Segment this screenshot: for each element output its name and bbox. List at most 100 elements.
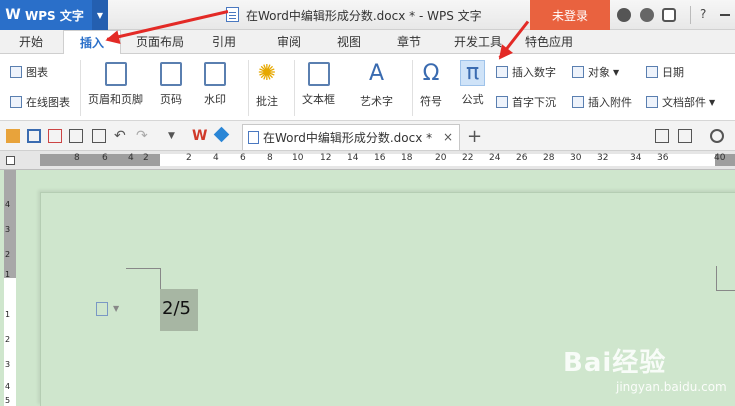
title-bar: W WPS 文字 ▼ 在Word中编辑形成分数.docx * - WPS 文字 … — [0, 0, 735, 30]
baidu-watermark-url: jingyan.baidu.com — [616, 380, 727, 394]
paragraph-layout-icon[interactable] — [96, 302, 108, 316]
drop-cap-icon — [496, 96, 508, 108]
tab-references[interactable]: 引用 — [201, 30, 247, 54]
undo-icon[interactable]: ↶ — [114, 129, 128, 143]
ruler-number: 1 — [5, 270, 11, 279]
wps-home-icon[interactable]: W — [192, 129, 207, 143]
cloud-doc-icon[interactable] — [213, 126, 230, 143]
tab-view[interactable]: 视图 — [326, 30, 372, 54]
open-icon[interactable] — [6, 129, 20, 143]
header-footer-button[interactable]: 页眉和页脚 — [88, 62, 143, 107]
ruler-number: 10 — [292, 153, 304, 163]
ribbon-divider — [412, 60, 413, 116]
settings-icon[interactable] — [640, 8, 654, 22]
ruler-number: 14 — [347, 153, 359, 163]
save-icon[interactable] — [27, 129, 41, 143]
page-number-button[interactable]: 页码 — [160, 62, 182, 107]
ruler-number: 36 — [657, 153, 669, 163]
doc-parts-button[interactable]: 文档部件 ▼ — [646, 94, 715, 110]
chart-icon — [10, 66, 22, 78]
ruler-number: 8 — [74, 153, 80, 163]
page-number-icon — [160, 62, 182, 86]
tab-special[interactable]: 特色应用 — [517, 30, 581, 54]
ruler-number: 8 — [267, 153, 273, 163]
tab-review[interactable]: 审阅 — [266, 30, 312, 54]
search-icon[interactable] — [710, 129, 724, 143]
window-title: 在Word中编辑形成分数.docx * - WPS 文字 — [246, 9, 482, 23]
document-icon — [226, 7, 239, 22]
customize-chevron-icon[interactable]: ▼ — [168, 129, 182, 143]
ruler-number: 34 — [630, 153, 642, 163]
comment-button[interactable]: ✺ 批注 — [256, 62, 278, 109]
skin-icon[interactable] — [617, 8, 631, 22]
app-menu-chevron-icon[interactable]: ▼ — [92, 0, 108, 30]
ruler-number: 6 — [240, 153, 246, 163]
help-button[interactable]: ? — [700, 7, 706, 21]
ruler-number: 2 — [143, 153, 149, 163]
formula-button[interactable]: π 公式 — [460, 60, 486, 107]
ruler-number: 4 — [213, 153, 219, 163]
app-name: WPS 文字 — [25, 8, 84, 23]
new-tab-button[interactable]: + — [467, 126, 482, 147]
tab-stop-selector[interactable] — [6, 156, 15, 165]
tab-chapter[interactable]: 章节 — [386, 30, 432, 54]
ruler-number: 16 — [374, 153, 386, 163]
document-tab-icon — [248, 131, 259, 144]
ruler-number: 30 — [570, 153, 582, 163]
symbol-button[interactable]: Ω 符号 — [420, 62, 442, 109]
redo-icon[interactable]: ↷ — [136, 129, 150, 143]
ruler-number: 24 — [489, 153, 501, 163]
textbox-button[interactable]: 文本框 — [302, 62, 335, 107]
media-icon[interactable] — [655, 129, 669, 143]
chevron-down-icon: ▼ — [709, 97, 716, 107]
watermark-button[interactable]: 水印 — [204, 62, 226, 107]
margin-corner-mark — [126, 268, 160, 269]
app-menu-button[interactable]: W WPS 文字 ▼ — [0, 0, 108, 30]
object-button[interactable]: 对象 ▼ — [572, 64, 619, 80]
close-tab-icon[interactable]: × — [443, 130, 453, 144]
fraction-text[interactable]: 2/5 — [162, 298, 191, 319]
login-button[interactable]: 未登录 — [530, 0, 610, 30]
wordart-button[interactable]: A 艺术字 — [360, 62, 393, 109]
margin-corner-mark — [716, 290, 735, 291]
ruler-number: 40 — [714, 153, 726, 163]
insert-attachment-button[interactable]: 插入附件 — [572, 94, 632, 110]
online-chart-icon — [10, 96, 22, 108]
insert-number-button[interactable]: 插入数字 — [496, 64, 556, 80]
chart-button[interactable]: 图表 — [10, 64, 48, 80]
drop-cap-button[interactable]: 首字下沉 — [496, 94, 556, 110]
ribbon-divider — [294, 60, 295, 116]
ruler-number: 28 — [543, 153, 555, 163]
chevron-down-icon: ▼ — [613, 67, 620, 77]
ribbon: 图表 在线图表 页眉和页脚 页码 水印 ✺ 批注 文本框 A 艺术字 Ω 符号 … — [0, 54, 735, 121]
ruler-number: 3 — [5, 360, 11, 369]
ruler-number: 2 — [186, 153, 192, 163]
ruler-number: 12 — [320, 153, 332, 163]
print-icon[interactable] — [69, 129, 83, 143]
horizontal-ruler[interactable]: 8 6 4 2 2 4 6 8 10 12 14 16 18 20 22 24 … — [0, 151, 735, 170]
preview-icon[interactable] — [92, 129, 106, 143]
ruler-number: 4 — [128, 153, 134, 163]
minimize-icon[interactable] — [720, 14, 730, 16]
baidu-watermark: Bai经验 — [563, 348, 667, 378]
tab-home[interactable]: 开始 — [8, 30, 54, 54]
wordart-icon: A — [368, 61, 385, 86]
textbox-icon — [307, 62, 330, 86]
omega-icon: Ω — [422, 61, 440, 86]
paragraph-chevron-icon[interactable]: ▼ — [113, 304, 119, 313]
date-icon — [646, 66, 658, 78]
ribbon-divider — [80, 60, 81, 116]
window-icon[interactable] — [678, 129, 692, 143]
date-button[interactable]: 日期 — [646, 64, 684, 80]
pdf-icon[interactable] — [48, 129, 62, 143]
object-icon — [572, 66, 584, 78]
ruler-number: 20 — [435, 153, 447, 163]
ribbon-divider — [248, 60, 249, 116]
document-tab[interactable]: 在Word中编辑形成分数.docx * × — [242, 124, 460, 150]
quick-access-bar: ↶ ↷ ▼ W 在Word中编辑形成分数.docx * × + — [0, 121, 735, 151]
ruler-number: 4 — [5, 200, 11, 209]
ruler-number: 26 — [516, 153, 528, 163]
comment-icon: ✺ — [257, 61, 277, 86]
online-chart-button[interactable]: 在线图表 — [10, 94, 70, 110]
feedback-icon[interactable] — [662, 8, 676, 22]
